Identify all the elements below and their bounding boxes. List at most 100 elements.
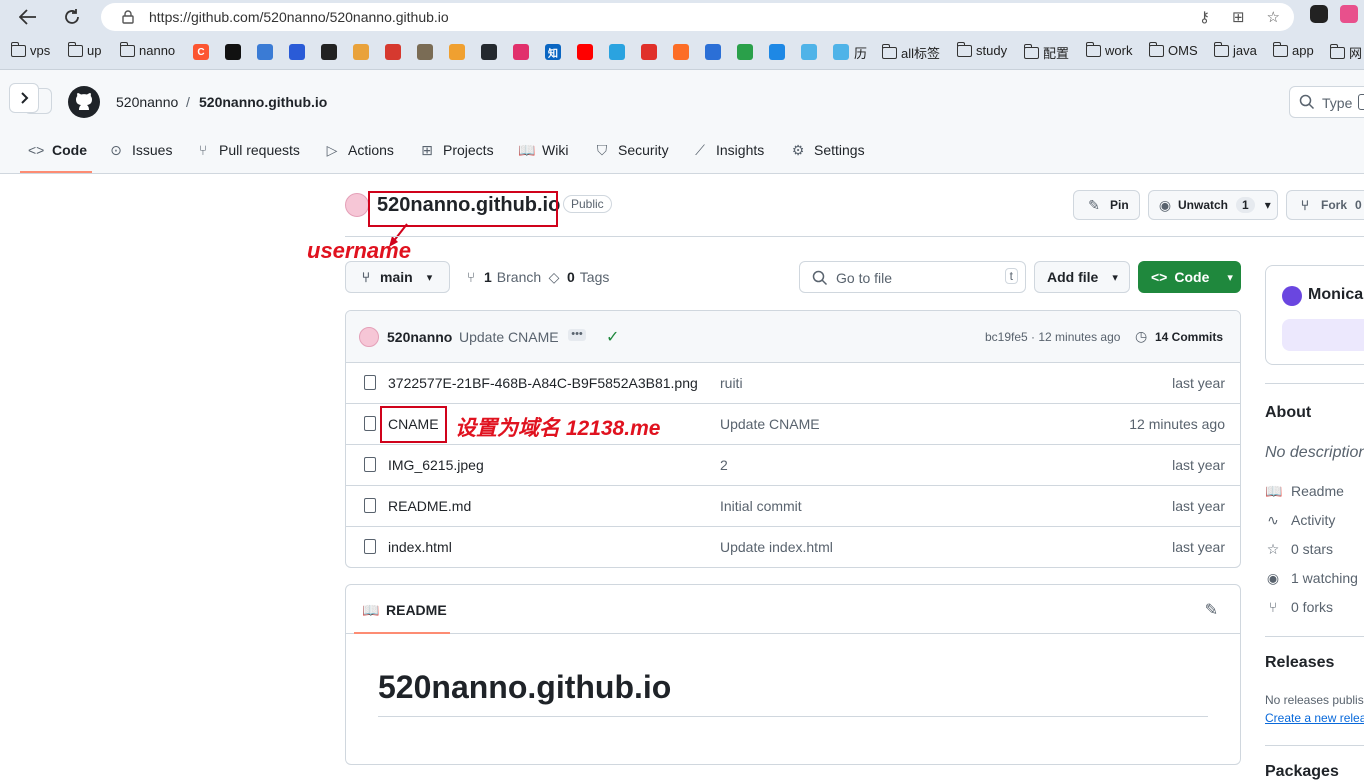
bookmark-folder-java[interactable]: java	[1213, 41, 1257, 58]
extension-icon[interactable]	[1310, 5, 1328, 23]
avatar[interactable]	[359, 327, 379, 347]
bookmark-folder-work[interactable]: work	[1085, 41, 1132, 58]
tab-issues[interactable]: ⊙ Issues	[108, 138, 172, 162]
unwatch-button[interactable]: ◉ Unwatch 1 ▾	[1148, 190, 1278, 220]
edit-pencil-icon[interactable]: ✎	[1205, 600, 1218, 620]
bookmark-li[interactable]: 历	[854, 43, 867, 62]
address-bar[interactable]: https://github.com/520nanno/520nanno.git…	[101, 3, 1294, 31]
bookmark-favicon-icon[interactable]	[577, 44, 593, 60]
breadcrumb-owner[interactable]: 520nanno	[116, 94, 178, 110]
star-icon[interactable]: ☆	[1267, 8, 1280, 26]
bookmark-favicon-icon[interactable]: 知	[545, 44, 561, 60]
watching-link[interactable]: ◉ 1 watching	[1265, 570, 1358, 586]
bookmark-favicon-icon[interactable]	[609, 44, 625, 60]
back-icon[interactable]	[16, 5, 40, 29]
key-icon[interactable]: ⚷	[1199, 8, 1210, 26]
bookmark-favicon-icon[interactable]	[257, 44, 273, 60]
bookmark-favicon-icon[interactable]	[417, 44, 433, 60]
releases-heading[interactable]: Releases	[1265, 654, 1334, 672]
file-row[interactable]: index.html Update index.html last year	[346, 527, 1240, 567]
bookmark-favicon-icon[interactable]	[449, 44, 465, 60]
file-name[interactable]: index.html	[388, 539, 452, 555]
file-name[interactable]: IMG_6215.jpeg	[388, 457, 484, 473]
site-info-icon[interactable]	[121, 10, 134, 24]
bookmark-folder-study[interactable]: study	[956, 41, 1007, 58]
search-input[interactable]: Type	[1289, 86, 1364, 118]
bookmark-folder-config[interactable]: 配置	[1023, 43, 1069, 62]
activity-link[interactable]: ∿ Activity	[1265, 512, 1335, 528]
file-commit-message[interactable]: Update index.html	[720, 539, 833, 555]
file-commit-message[interactable]: Initial commit	[720, 498, 802, 514]
bookmark-folder-nanno[interactable]: nanno	[119, 41, 175, 58]
breadcrumb-repo[interactable]: 520nanno.github.io	[199, 94, 327, 110]
bookmark-favicon-icon[interactable]	[289, 44, 305, 60]
commit-author[interactable]: 520nanno	[387, 329, 452, 345]
bookmark-folder-net[interactable]: 网	[1329, 43, 1362, 62]
bookmark-folder-all[interactable]: all标签	[881, 43, 940, 62]
stars-link[interactable]: ☆ 0 stars	[1265, 541, 1333, 557]
tab-settings[interactable]: ⚙ Settings	[790, 138, 865, 162]
packages-heading[interactable]: Packages	[1265, 763, 1339, 781]
bookmark-favicon-icon[interactable]	[225, 44, 241, 60]
readme-tab[interactable]: 📖 README	[362, 602, 447, 618]
commit-hash-time[interactable]: bc19fe5 · 12 minutes ago	[985, 330, 1120, 344]
divider	[1265, 745, 1364, 746]
bookmark-folder-vps[interactable]: vps	[10, 41, 50, 58]
reload-icon[interactable]	[60, 5, 84, 29]
avatar[interactable]	[345, 193, 369, 217]
tags-link[interactable]: ◇ 0 Tags	[546, 269, 610, 285]
bookmark-favicon-icon[interactable]	[641, 44, 657, 60]
ellipsis-button[interactable]: •••	[568, 329, 586, 341]
tab-actions[interactable]: ▷ Actions	[324, 138, 394, 162]
pin-button[interactable]: ✎ Pin	[1073, 190, 1140, 220]
file-row[interactable]: IMG_6215.jpeg 2 last year	[346, 445, 1240, 486]
fork-button[interactable]: ⑂ Fork 0	[1286, 190, 1364, 220]
bookmark-favicon-icon[interactable]: C	[193, 44, 209, 60]
branches-link[interactable]: ⑂ 1 Branch	[463, 269, 541, 285]
tab-insights[interactable]: ⟋ Insights	[692, 138, 764, 162]
forks-link[interactable]: ⑂ 0 forks	[1265, 599, 1333, 615]
bookmark-favicon-icon[interactable]	[673, 44, 689, 60]
bookmark-favicon-icon[interactable]	[705, 44, 721, 60]
commits-link[interactable]: 14 Commits	[1155, 330, 1223, 344]
bookmark-favicon-icon[interactable]	[769, 44, 785, 60]
add-file-button[interactable]: Add file ▾	[1034, 261, 1130, 293]
tab-security[interactable]: ⛉ Security	[594, 138, 669, 162]
file-row[interactable]: README.md Initial commit last year	[346, 486, 1240, 527]
file-row[interactable]: 3722577E-21BF-468B-A84C-B9F5852A3B81.png…	[346, 363, 1240, 404]
go-to-file-input[interactable]: Go to file t	[799, 261, 1026, 293]
file-name[interactable]: 3722577E-21BF-468B-A84C-B9F5852A3B81.png	[388, 375, 698, 391]
github-logo-icon[interactable]	[68, 86, 100, 118]
tab-wiki[interactable]: 📖 Wiki	[518, 138, 568, 162]
bookmark-favicon-icon[interactable]	[737, 44, 753, 60]
bookmark-favicon-icon[interactable]	[385, 44, 401, 60]
bookmark-favicon-icon[interactable]	[481, 44, 497, 60]
bookmark-folder-oms[interactable]: OMS	[1148, 41, 1198, 58]
file-commit-message[interactable]: Update CNAME	[720, 416, 820, 432]
bookmark-favicon-icon[interactable]	[513, 44, 529, 60]
bookmark-favicon-icon[interactable]	[801, 44, 817, 60]
divider	[346, 633, 1240, 634]
book-icon: 📖	[518, 142, 536, 158]
create-release-link[interactable]: Create a new releas	[1265, 711, 1364, 725]
tab-projects[interactable]: ⊞ Projects	[419, 138, 493, 162]
extension-icon-2[interactable]	[1340, 5, 1358, 23]
bookmark-favicon-icon[interactable]	[353, 44, 369, 60]
bookmark-favicon-icon[interactable]	[833, 44, 849, 60]
commit-message[interactable]: Update CNAME	[459, 329, 559, 345]
file-commit-message[interactable]: ruiti	[720, 375, 743, 391]
sidebar-toggle-button[interactable]	[9, 83, 39, 113]
bookmark-folder-app[interactable]: app	[1272, 41, 1314, 58]
bookmark-favicon-icon[interactable]	[321, 44, 337, 60]
bookmark-folder-up[interactable]: up	[67, 41, 101, 58]
apps-icon[interactable]: ⊞	[1232, 8, 1245, 26]
readme-link[interactable]: 📖 Readme	[1265, 483, 1344, 499]
code-button[interactable]: <> Code ▾	[1138, 261, 1241, 293]
monica-input[interactable]	[1282, 319, 1364, 351]
tab-pull-requests[interactable]: ⑂ Pull requests	[195, 138, 300, 162]
file-name[interactable]: README.md	[388, 498, 471, 514]
monica-widget[interactable]: Monica	[1265, 265, 1364, 365]
tab-code[interactable]: <> Code	[28, 138, 87, 162]
branch-select-button[interactable]: ⑂ main ▾	[345, 261, 450, 293]
file-commit-message[interactable]: 2	[720, 457, 728, 473]
